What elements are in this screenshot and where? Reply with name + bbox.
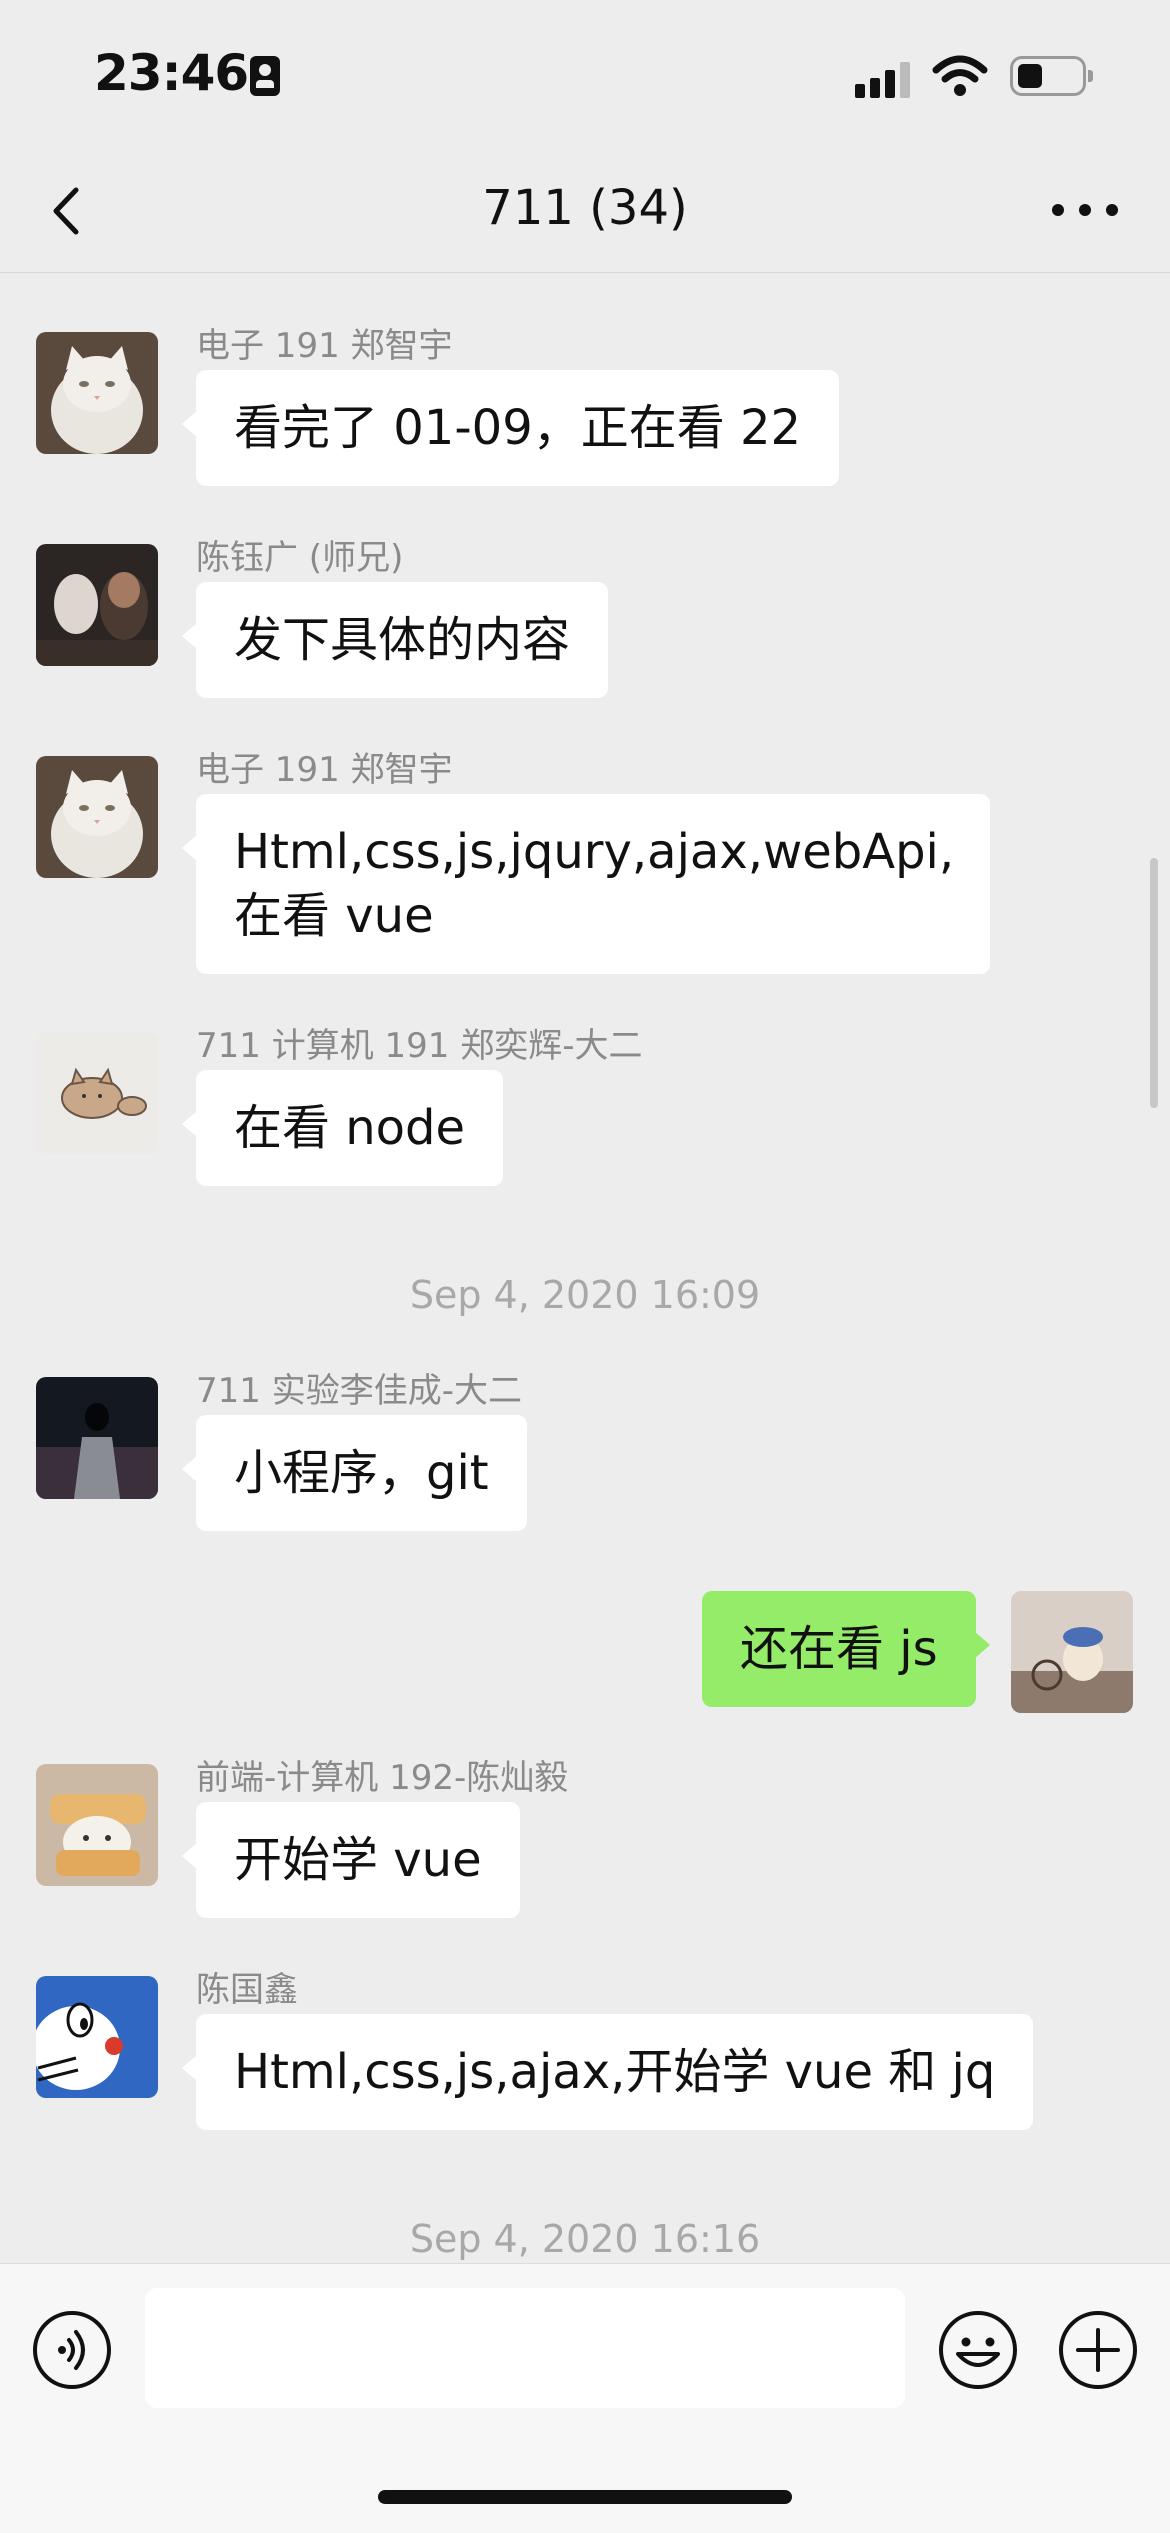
message-list[interactable]: 电子 191 郑智宇 看完了 01-09，正在看 22 陈钰广 (师兄) 发下具… bbox=[0, 273, 1170, 2263]
avatar[interactable] bbox=[36, 1764, 158, 1886]
message-bubble[interactable]: 在看 node bbox=[181, 1070, 504, 1186]
avatar[interactable] bbox=[36, 544, 158, 666]
sender-name: 711 计算机 191 郑奕辉-大二 bbox=[196, 1026, 643, 1066]
timestamp: Sep 4, 2020 16:16 bbox=[409, 2217, 761, 2261]
message-bubble[interactable]: 还在看 js bbox=[702, 1591, 990, 1707]
message-bubble[interactable]: 发下具体的内容 bbox=[181, 582, 609, 698]
avatar[interactable] bbox=[36, 756, 158, 878]
timestamp: Sep 4, 2020 16:09 bbox=[409, 1273, 761, 1317]
avatar[interactable] bbox=[36, 1032, 158, 1154]
message-bubble[interactable]: Html,css,js,jqury,ajax,webApi,在看 vue bbox=[182, 794, 990, 974]
avatar[interactable] bbox=[1011, 1591, 1133, 1713]
chat-title: 711 (34) bbox=[482, 180, 688, 236]
sender-name: 电子 191 郑智宇 bbox=[196, 326, 453, 366]
status-time: 23:46 bbox=[94, 44, 249, 102]
cellular-signal-icon bbox=[855, 58, 915, 98]
voice-icon[interactable] bbox=[32, 2310, 112, 2390]
home-indicator bbox=[378, 2490, 792, 2504]
wifi-icon bbox=[932, 55, 988, 96]
avatar[interactable] bbox=[36, 332, 158, 454]
battery-icon bbox=[1010, 56, 1093, 96]
nav-bar: 711 (34) bbox=[0, 150, 1170, 273]
avatar[interactable] bbox=[36, 1377, 158, 1499]
sender-name: 电子 191 郑智宇 bbox=[196, 750, 453, 790]
sender-name: 陈国鑫 bbox=[196, 1970, 298, 2010]
message-input[interactable] bbox=[145, 2288, 905, 2408]
sender-name: 陈钰广 (师兄) bbox=[196, 538, 404, 578]
message-bubble[interactable]: 小程序，git bbox=[182, 1415, 527, 1531]
message-bubble[interactable]: Html,css,js,ajax,开始学 vue 和 jq bbox=[181, 2014, 1034, 2130]
emoji-icon[interactable] bbox=[938, 2310, 1018, 2390]
message-bubble[interactable]: 开始学 vue bbox=[182, 1802, 520, 1918]
status-bar: 23:46 bbox=[0, 0, 1170, 150]
sender-name: 711 实验李佳成-大二 bbox=[196, 1371, 522, 1411]
contact-card-icon bbox=[250, 56, 280, 96]
ellipsis-icon[interactable] bbox=[1052, 200, 1118, 220]
message-bubble[interactable]: 看完了 01-09，正在看 22 bbox=[181, 370, 840, 486]
plus-icon[interactable] bbox=[1058, 2310, 1138, 2390]
scrollbar[interactable] bbox=[1150, 858, 1158, 1108]
avatar[interactable] bbox=[36, 1976, 158, 2098]
sender-name: 前端-计算机 192-陈灿毅 bbox=[196, 1758, 569, 1798]
